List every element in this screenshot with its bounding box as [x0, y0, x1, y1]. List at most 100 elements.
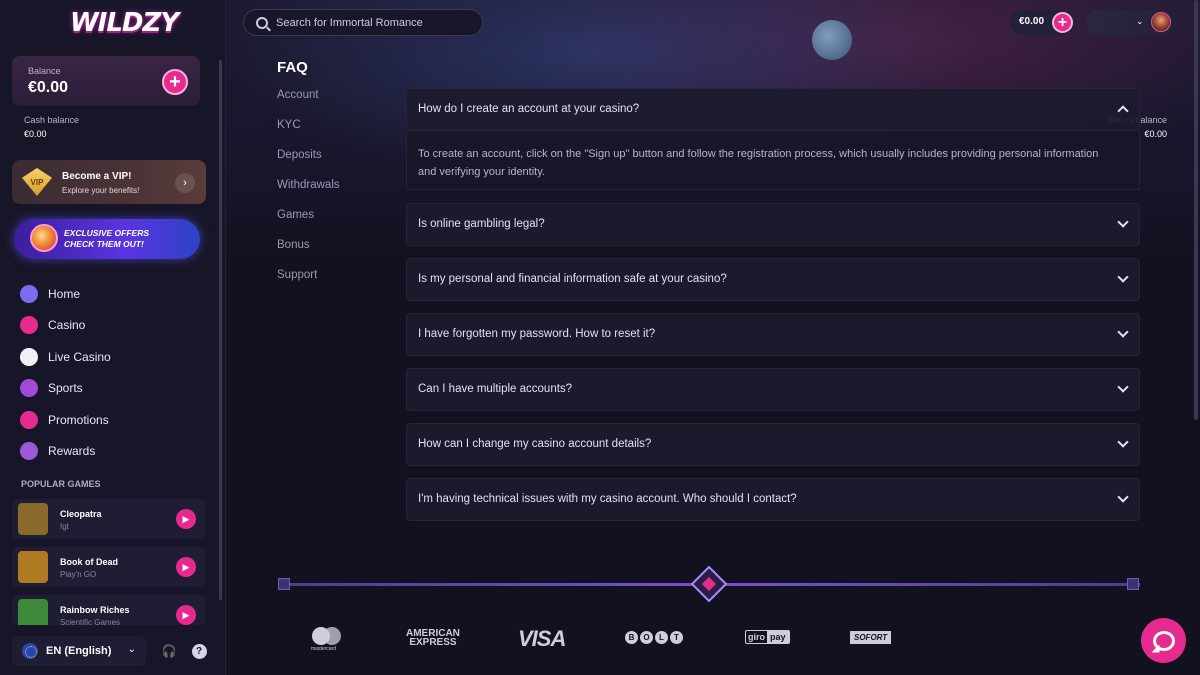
faq-question: How can I change my casino account detai…	[418, 438, 652, 450]
moon-illustration	[812, 20, 852, 60]
faq-category-bonus[interactable]: Bonus	[277, 239, 310, 251]
game-thumbnail	[18, 599, 48, 625]
popular-games-title: POPULAR GAMES	[21, 479, 101, 489]
chevron-right-icon[interactable]: ›	[175, 173, 195, 193]
vip-subtitle: Explore your benefits!	[62, 186, 140, 195]
faq-question-row[interactable]: How can I change my casino account detai…	[406, 423, 1140, 466]
game-provider: Scientific Games	[60, 618, 121, 625]
live-chat-button[interactable]	[1141, 618, 1186, 663]
chevron-down-icon: ⌄	[127, 644, 136, 655]
bolt-letter: B	[625, 631, 638, 644]
bolt-letter: T	[670, 631, 683, 644]
search-placeholder: Search for Immortal Romance	[276, 16, 423, 29]
play-icon[interactable]: ▶	[176, 605, 196, 625]
popular-game-card[interactable]: Rainbow Riches Scientific Games ▶	[12, 595, 206, 625]
faq-category-withdrawals[interactable]: Withdrawals	[277, 179, 340, 191]
popular-game-card[interactable]: Book of Dead Play'n GO ▶	[12, 547, 206, 587]
sidebar-item-label: Home	[48, 287, 81, 301]
giropay-logo: giro pay	[745, 630, 790, 644]
game-provider: Play'n GO	[60, 570, 97, 579]
faq-question-row[interactable]: Can I have multiple accounts?	[406, 368, 1140, 411]
sidebar-item-promotions[interactable]: Promotions	[20, 410, 109, 430]
soccer-ball-icon	[20, 379, 38, 397]
faq-question-row[interactable]: How do I create an account at your casin…	[406, 88, 1140, 131]
faq-question: Is my personal and financial information…	[418, 273, 727, 285]
game-name: Rainbow Riches	[60, 605, 130, 615]
chevron-down-icon	[1117, 381, 1129, 393]
chevron-down-icon	[1117, 271, 1129, 283]
sidebar-item-label: Casino	[48, 318, 86, 332]
game-thumbnail	[18, 503, 48, 535]
cash-balance-label: Cash balance	[24, 115, 80, 125]
home-icon	[20, 285, 38, 303]
faq-question-row[interactable]: Is online gambling legal?	[406, 203, 1140, 246]
faq-answer: To create an account, click on the "Sign…	[418, 148, 1099, 178]
headset-icon[interactable]: 🎧	[154, 636, 184, 666]
faq-question-row[interactable]: Is my personal and financial information…	[406, 258, 1140, 301]
sofort-logo: SOFORT	[850, 631, 892, 644]
faq-answer-panel: To create an account, click on the "Sign…	[406, 131, 1140, 190]
mastercard-label: mastercard	[311, 646, 337, 652]
divider-end-left	[278, 578, 290, 590]
main-scrollbar[interactable]	[1194, 0, 1198, 420]
bolt-logo: B O L T	[625, 631, 683, 644]
faq-question: Can I have multiple accounts?	[418, 383, 573, 395]
exclusive-offers-text: EXCLUSIVE OFFERS CHECK THEM OUT!	[64, 228, 150, 249]
sidebar-item-label: Live Casino	[48, 350, 111, 364]
sidebar-item-casino[interactable]: Casino	[20, 315, 85, 335]
faq-question: I have forgotten my password. How to res…	[418, 328, 656, 340]
language-label: EN (English)	[46, 645, 112, 657]
faq-question-row[interactable]: I'm having technical issues with my casi…	[406, 478, 1140, 521]
giropay-text-b: pay	[767, 631, 789, 643]
header-balance-value: €0.00	[1019, 16, 1045, 27]
faq-question: How do I create an account at your casin…	[418, 103, 640, 115]
divider-end-right	[1127, 578, 1139, 590]
cash-balance-value: €0.00	[24, 129, 47, 139]
play-icon[interactable]: ▶	[176, 509, 196, 529]
play-icon[interactable]: ▶	[176, 557, 196, 577]
faq-question-row[interactable]: I have forgotten my password. How to res…	[406, 313, 1140, 356]
casino-chip-icon	[20, 316, 38, 334]
eu-flag-icon	[22, 643, 38, 659]
sidebar-item-label: Rewards	[48, 444, 96, 458]
coin-icon	[30, 224, 58, 252]
game-provider: Igt	[60, 522, 69, 531]
faq-category-kyc[interactable]: KYC	[277, 119, 301, 131]
avatar[interactable]	[1151, 12, 1171, 32]
game-thumbnail	[18, 551, 48, 583]
language-selector[interactable]: EN (English) ⌄	[12, 636, 146, 666]
balance-label: Balance	[28, 66, 61, 76]
faq-question: I'm having technical issues with my casi…	[418, 493, 797, 505]
faq-category-support[interactable]: Support	[277, 269, 317, 281]
deposit-button[interactable]: +	[162, 69, 188, 95]
search-input[interactable]: Search for Immortal Romance	[243, 9, 483, 36]
sidebar-item-label: Sports	[48, 381, 83, 395]
sidebar-scrollbar[interactable]	[219, 60, 222, 600]
faq-question: Is online gambling legal?	[418, 218, 545, 230]
game-name: Cleopatra	[60, 509, 102, 519]
header-deposit-button[interactable]: +	[1052, 12, 1073, 33]
visa-logo: VISA	[518, 626, 566, 651]
sidebar-item-sports[interactable]: Sports	[20, 378, 83, 398]
sidebar-item-rewards[interactable]: Rewards	[20, 441, 95, 461]
question-icon: ?	[191, 643, 207, 659]
cards-icon	[20, 348, 38, 366]
star-icon	[20, 442, 38, 460]
bolt-letter: O	[640, 631, 653, 644]
faq-category-deposits[interactable]: Deposits	[277, 149, 322, 161]
mastercard-logo	[312, 627, 342, 647]
giropay-text-a: giro	[748, 632, 765, 642]
faq-category-account[interactable]: Account	[277, 89, 319, 101]
sidebar-item-home[interactable]: Home	[20, 284, 80, 304]
sidebar-item-live-casino[interactable]: Live Casino	[20, 347, 111, 367]
page-title: FAQ	[277, 59, 308, 76]
faq-category-games[interactable]: Games	[277, 209, 314, 221]
popular-game-card[interactable]: Cleopatra Igt ▶	[12, 499, 206, 539]
help-button[interactable]: ?	[184, 636, 214, 666]
bonus-balance-value: €0.00	[1144, 129, 1167, 139]
gem-icon	[690, 565, 728, 603]
balance-value: €0.00	[28, 79, 69, 96]
vip-title: Become a VIP!	[62, 171, 132, 182]
brand-logo[interactable]: WILDZY	[70, 8, 179, 42]
chevron-up-icon	[1117, 105, 1129, 117]
